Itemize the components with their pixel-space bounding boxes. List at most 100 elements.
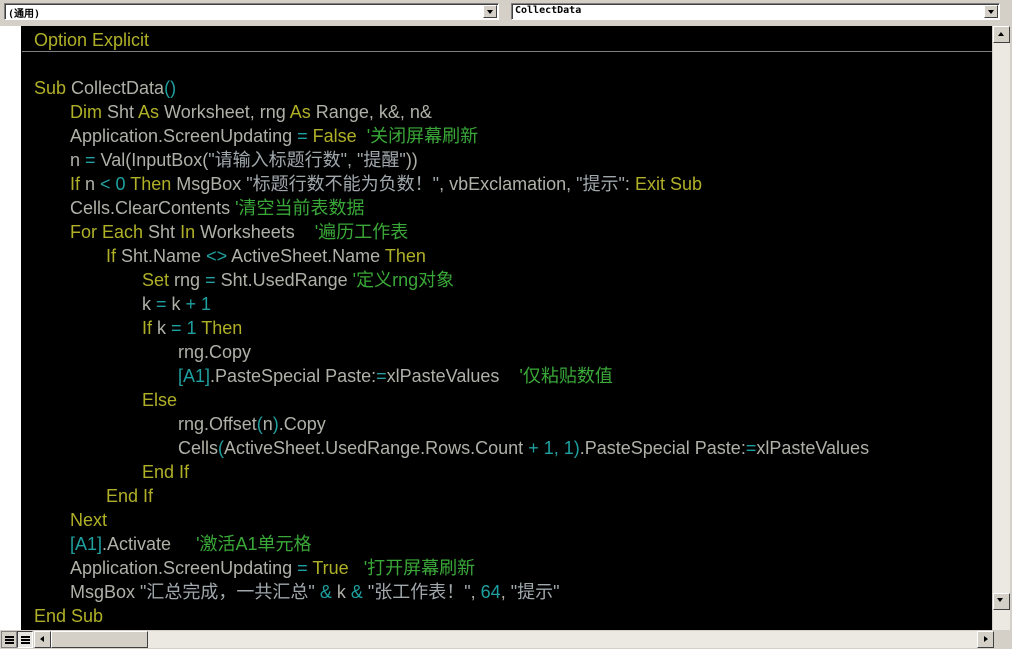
code-token: True <box>312 558 359 578</box>
code-token: "汇总完成，一共汇总" <box>140 582 315 602</box>
code-line[interactable]: Option Explicit <box>34 28 149 52</box>
scroll-up-button[interactable] <box>993 26 1010 43</box>
code-token: Val(InputBox( <box>100 150 209 170</box>
horizontal-scroll-thumb[interactable] <box>51 631 148 648</box>
code-token: , <box>470 582 481 602</box>
scroll-down-button[interactable] <box>993 593 1010 610</box>
code-token: Set <box>142 270 175 290</box>
code-token: Cells.ClearContents <box>70 198 236 218</box>
code-line[interactable]: If k = 1 Then <box>142 316 242 340</box>
code-line[interactable]: End If <box>106 484 153 508</box>
code-token: CollectData <box>71 78 165 98</box>
code-line[interactable]: Application.ScreenUpdating = False '关闭屏幕… <box>70 124 478 148</box>
code-token: End Sub <box>34 606 104 626</box>
arrow-down-icon <box>997 598 1003 602</box>
code-line[interactable]: rng.Offset(n).Copy <box>178 412 326 436</box>
code-token: , vbExclamation, <box>439 174 577 194</box>
vertical-scrollbar[interactable] <box>993 26 1010 630</box>
code-token: ActiveSheet.UsedRange.Rows.Count <box>224 438 529 458</box>
code-line[interactable]: Else <box>142 388 177 412</box>
code-token: Sub <box>34 78 72 98</box>
procedure-combo[interactable]: CollectData <box>511 3 1000 20</box>
code-token: Sht <box>148 222 181 242</box>
chevron-down-icon <box>487 10 493 14</box>
object-combo-button[interactable] <box>483 5 497 18</box>
code-token: .Activate <box>102 534 197 554</box>
code-token: = <box>376 366 387 386</box>
code-line[interactable]: Application.ScreenUpdating = True '打开屏幕刷… <box>70 556 475 580</box>
code-token: ActiveSheet.Name <box>231 246 385 266</box>
full-module-view-icon <box>21 636 30 638</box>
code-line[interactable]: End If <box>142 460 189 484</box>
code-token: Application.ScreenUpdating <box>70 126 298 146</box>
code-line[interactable]: k = k + 1 <box>142 292 211 316</box>
code-token: '定义rng对象 <box>352 270 455 290</box>
code-token: If <box>106 246 122 266</box>
code-token: "张工作表！" <box>367 582 471 602</box>
code-line[interactable]: [A1].Activate '激活A1单元格 <box>70 532 312 556</box>
code-token: "提示" <box>576 174 625 194</box>
code-line[interactable]: If Sht.Name <> ActiveSheet.Name Then <box>106 244 426 268</box>
margin-indicator-bar[interactable] <box>0 26 21 630</box>
code-line[interactable]: End Sub <box>34 604 103 628</box>
code-token: "标题行数不能为负数！" <box>246 174 440 194</box>
code-token: Cells <box>178 438 219 458</box>
code-token: k <box>336 582 351 602</box>
code-token: Sht.Name <box>121 246 207 266</box>
arrow-right-icon <box>984 636 988 642</box>
chevron-down-icon <box>988 10 994 14</box>
code-token: "请输入标题行数", "提醒" <box>208 150 406 170</box>
code-token: Next <box>70 510 108 530</box>
code-token: xlPasteValues <box>386 366 520 386</box>
procedure-separator <box>22 51 992 52</box>
code-token: [A1] <box>70 534 103 554</box>
code-token: Then <box>201 318 243 338</box>
code-token: : <box>624 174 635 194</box>
full-module-view-button[interactable] <box>17 631 33 648</box>
code-token: <> <box>206 246 232 266</box>
horizontal-scrollbar[interactable] <box>34 631 994 648</box>
code-line[interactable]: Cells.ClearContents '清空当前表数据 <box>70 196 365 220</box>
code-token: As <box>289 102 316 122</box>
procedure-view-icon <box>5 636 14 638</box>
code-token: '关闭屏幕刷新 <box>361 126 479 146</box>
code-token: Worksheets <box>200 222 315 242</box>
code-token: rng.Offset <box>178 414 257 434</box>
code-line[interactable]: Dim Sht As Worksheet, rng As Range, k&, … <box>70 100 432 124</box>
scroll-right-button[interactable] <box>977 631 994 648</box>
code-line[interactable]: rng.Copy <box>178 340 251 364</box>
code-line[interactable]: Sub CollectData() <box>34 76 176 100</box>
code-line[interactable]: If n < 0 Then MsgBox "标题行数不能为负数！", vbExc… <box>70 172 702 196</box>
code-line[interactable]: n = Val(InputBox("请输入标题行数", "提醒")) <box>70 148 418 172</box>
procedure-combo-button[interactable] <box>984 5 998 18</box>
code-line[interactable]: Next <box>70 508 107 532</box>
arrow-up-icon <box>998 32 1004 36</box>
code-token: MsgBox <box>70 582 141 602</box>
code-line[interactable]: Cells(ActiveSheet.UsedRange.Rows.Count +… <box>178 436 869 460</box>
code-token: () <box>164 78 177 98</box>
code-token: )) <box>405 150 418 170</box>
code-token: '清空当前表数据 <box>235 198 365 218</box>
code-line[interactable]: MsgBox "汇总完成，一共汇总" & k & "张工作表！", 64, "提… <box>70 580 559 604</box>
code-line[interactable]: For Each Sht In Worksheets '遍历工作表 <box>70 220 408 244</box>
code-line[interactable]: Set rng = Sht.UsedRange '定义rng对象 <box>142 268 454 292</box>
code-line[interactable]: [A1].PasteSpecial Paste:=xlPasteValues '… <box>178 364 613 388</box>
scroll-left-button[interactable] <box>34 631 51 648</box>
code-token: & <box>314 582 337 602</box>
code-token: "提示" <box>510 582 560 602</box>
code-editor[interactable]: Option Explicit Sub CollectData() Dim Sht… <box>21 26 992 630</box>
code-token: In <box>180 222 201 242</box>
code-token: k <box>171 294 186 314</box>
code-token: If <box>142 318 158 338</box>
code-token: = <box>745 438 757 458</box>
code-token: Then <box>130 174 177 194</box>
code-token: Application.ScreenUpdating <box>70 558 298 578</box>
code-token: Option Explicit <box>34 30 150 50</box>
object-combo-value: (通用) <box>8 9 41 20</box>
code-token: + 1, 1) <box>528 438 580 458</box>
code-token: = <box>297 558 313 578</box>
object-combo[interactable]: (通用) <box>4 3 499 20</box>
procedure-view-button[interactable] <box>1 631 17 648</box>
code-token: & <box>350 582 368 602</box>
code-token: = 1 <box>171 318 202 338</box>
